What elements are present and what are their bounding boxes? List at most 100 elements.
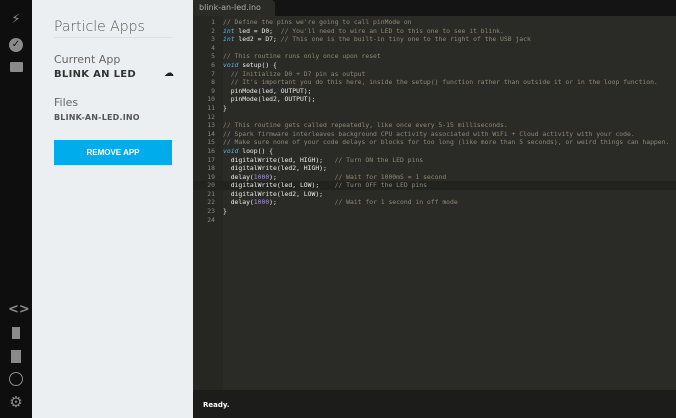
code-line[interactable]: 6 void setup() { xyxy=(193,61,676,70)
sidebar-title: Particle Apps xyxy=(54,19,145,35)
target-icon[interactable] xyxy=(8,371,24,387)
code-line[interactable]: 22 delay(1000); // Wait for 1 second in … xyxy=(193,198,676,207)
sidebar: Particle Apps Current App BLINK AN LED ☁… xyxy=(32,0,193,418)
code-token: // Spark firmware interleaves background… xyxy=(223,129,635,138)
code-token: loop() { xyxy=(238,146,274,155)
files-label: Files xyxy=(54,96,79,109)
line-number: 7 xyxy=(211,69,215,78)
line-number: 3 xyxy=(211,35,215,44)
code-token: void xyxy=(223,60,239,69)
gear-icon[interactable]: ⚙ xyxy=(8,394,24,410)
code-token: 1000 xyxy=(253,198,270,207)
code-line[interactable]: 14 // Spark firmware interleaves backgrou… xyxy=(193,130,676,139)
folder-icon[interactable] xyxy=(8,59,24,75)
code-token: int xyxy=(223,35,235,44)
code-line[interactable]: 21 digitalWrite(led2, LOW); xyxy=(193,190,676,199)
line-number: 14 xyxy=(207,129,215,138)
code-token: digitalWrite(led2, LOW); xyxy=(223,189,324,198)
code-token: // This one is the built-in tiny one to … xyxy=(280,35,531,44)
code-token: digitalWrite(led2, HIGH); xyxy=(223,164,327,173)
code-token: led = D0; xyxy=(234,26,281,35)
document-icon[interactable] xyxy=(8,348,24,364)
code-line[interactable]: 19 delay(1000); // Wait for 1000mS = 1 s… xyxy=(193,173,676,182)
line-number: 18 xyxy=(207,164,215,173)
line-number: 8 xyxy=(211,78,215,87)
code-line[interactable]: 4 xyxy=(193,44,676,53)
code-token: digitalWrite(led, LOW); xyxy=(223,181,335,190)
line-number: 1 xyxy=(211,18,215,26)
code-line[interactable]: 12 xyxy=(193,113,676,122)
line-number: 15 xyxy=(207,138,215,147)
code-token: void xyxy=(223,146,239,155)
code-token: delay( xyxy=(223,198,254,207)
code-line[interactable]: 15 // Make sure none of your code delays … xyxy=(193,138,676,147)
code-line[interactable]: 17 digitalWrite(led, HIGH); // Turn ON t… xyxy=(193,156,676,165)
code-line[interactable]: 1 // Define the pins we're going to call … xyxy=(193,18,676,27)
code-token: // Define the pins we're going to call p… xyxy=(223,18,412,26)
remove-app-button[interactable]: REMOVE APP xyxy=(54,140,172,165)
code-token: pinMode(led2, OUTPUT); xyxy=(223,95,316,104)
code-token: // Turn OFF the LED pins xyxy=(334,181,427,190)
flash-icon[interactable]: ⚡ xyxy=(8,12,24,28)
line-number: 20 xyxy=(207,181,215,190)
code-token: 1000 xyxy=(253,172,270,181)
code-line[interactable]: 3 int led2 = D7; // This one is the built… xyxy=(193,35,676,44)
cloud-icon[interactable]: ☁ xyxy=(164,68,174,79)
current-app-name: BLINK AN LED xyxy=(54,69,137,80)
code-line[interactable]: 18 digitalWrite(led2, HIGH); xyxy=(193,164,676,173)
code-token: } xyxy=(223,103,227,112)
tab-bar: blink-an-led.ino xyxy=(193,0,676,16)
check-circle-icon[interactable]: ✓ xyxy=(8,36,24,52)
line-number: 5 xyxy=(211,52,215,61)
line-number: 21 xyxy=(207,189,215,198)
code-line[interactable]: 10 pinMode(led2, OUTPUT); xyxy=(193,95,676,104)
line-number: 23 xyxy=(207,207,215,216)
code-token: delay( xyxy=(223,172,254,181)
code-token: // Wait for 1 second in off mode xyxy=(334,198,458,207)
code-token: ); xyxy=(269,198,335,207)
code-line[interactable]: 9 pinMode(led, OUTPUT); xyxy=(193,87,676,96)
line-number: 2 xyxy=(211,26,215,35)
code-token: setup() { xyxy=(238,60,277,69)
code-area[interactable]: 1 // Define the pins we're going to call … xyxy=(193,18,676,224)
status-bar: Ready. xyxy=(193,390,676,418)
line-number: 24 xyxy=(207,215,215,224)
code-line[interactable]: 7 // Initialize D0 + D7 pin as output xyxy=(193,70,676,79)
code-line[interactable]: 11} xyxy=(193,104,676,113)
bookmark-icon[interactable] xyxy=(8,325,24,341)
code-token: digitalWrite(led, HIGH); xyxy=(223,155,335,164)
code-token: // You'll need to wire an LED to this on… xyxy=(280,26,504,35)
code-line[interactable]: 16 void loop() { xyxy=(193,147,676,156)
code-token: // Wait for 1000mS = 1 second xyxy=(334,172,447,181)
code-line[interactable]: 2 int led = D0; // You'll need to wire an… xyxy=(193,27,676,36)
line-number: 9 xyxy=(211,86,215,95)
code-icon[interactable]: <> xyxy=(8,302,30,318)
line-number: 19 xyxy=(207,172,215,181)
code-line[interactable]: 24 xyxy=(193,216,676,225)
code-line[interactable]: 5 // This routine runs only once upon res… xyxy=(193,52,676,61)
code-editor[interactable]: blink-an-led.ino 1 // Define the pins we'… xyxy=(193,0,676,418)
line-number: 22 xyxy=(207,198,215,207)
tab-file[interactable]: blink-an-led.ino xyxy=(193,0,275,16)
line-number: 17 xyxy=(207,155,215,164)
code-line[interactable]: 23} xyxy=(193,207,676,216)
code-token: // Initialize D0 + D7 pin as output xyxy=(223,69,366,78)
code-token: // It's important you do this here, insi… xyxy=(223,78,658,87)
code-token: led2 = D7; xyxy=(234,35,281,44)
line-number: 12 xyxy=(207,112,215,121)
code-line[interactable]: 8 // It's important you do this here, in… xyxy=(193,78,676,87)
file-link[interactable]: BLINK-AN-LED.INO xyxy=(54,113,140,122)
code-token: ); xyxy=(269,172,335,181)
divider xyxy=(54,37,172,38)
code-token: } xyxy=(223,207,227,216)
line-number: 10 xyxy=(207,95,215,104)
code-line[interactable]: 13 // This routine gets called repeatedly… xyxy=(193,121,676,130)
line-number: 16 xyxy=(207,146,215,155)
code-token: // This routine gets called repeatedly, … xyxy=(223,121,508,130)
code-line[interactable]: 20 digitalWrite(led, LOW); // Turn OFF t… xyxy=(193,181,676,190)
icon-bar: ⚡ ✓ <> ⚙ xyxy=(0,0,32,418)
code-token: int xyxy=(223,26,235,35)
current-app-label: Current App xyxy=(54,53,121,66)
code-token: pinMode(led, OUTPUT); xyxy=(223,86,312,95)
line-number: 13 xyxy=(207,121,215,130)
